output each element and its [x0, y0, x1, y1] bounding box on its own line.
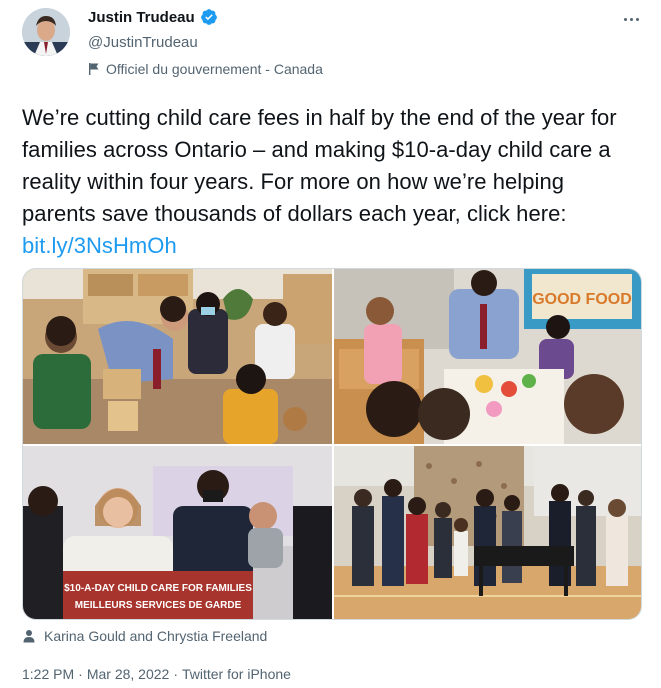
photo-4-image: [334, 446, 641, 619]
tweet-date[interactable]: Mar 28, 2022: [87, 666, 170, 682]
tweet-body: We’re cutting child care fees in half by…: [22, 105, 617, 226]
photo-2-image: GOOD FOOD: [334, 269, 641, 444]
person-icon: [22, 629, 36, 643]
photo-3[interactable]: $10-A-DAY CHILD CARE FOR FAMILIES MEILLE…: [23, 446, 332, 619]
more-options-dot: [635, 17, 639, 21]
verified-badge-icon: [200, 8, 218, 26]
avatar[interactable]: [22, 8, 70, 56]
author-handle[interactable]: @JustinTrudeau: [88, 34, 198, 51]
photo-1-image: [23, 269, 332, 444]
government-label[interactable]: Officiel du gouvernement - Canada: [88, 61, 323, 77]
meta-separator: ·: [78, 666, 83, 682]
podium-line-1: $10-A-DAY CHILD CARE FOR FAMILIES: [64, 583, 252, 594]
avatar-image: [22, 8, 70, 56]
more-options-icon: [623, 17, 627, 21]
tweet: Justin Trudeau @JustinTrudeau Officiel d…: [0, 0, 661, 688]
media-grid: GOOD FOOD $10-A-DAY CHILD CARE FOR FAMIL…: [22, 268, 642, 620]
tagged-people-text: Karina Gould and Chrystia Freeland: [44, 628, 268, 644]
tweet-time[interactable]: 1:22 PM: [22, 666, 74, 682]
meta-separator: ·: [173, 666, 178, 682]
good-food-sign-text: GOOD FOOD: [532, 291, 632, 308]
tweet-link[interactable]: bit.ly/3NsHmOh: [22, 233, 177, 258]
tweet-source[interactable]: Twitter for iPhone: [182, 666, 291, 682]
government-label-text: Officiel du gouvernement - Canada: [106, 61, 323, 77]
photo-3-image: $10-A-DAY CHILD CARE FOR FAMILIES MEILLE…: [23, 446, 332, 619]
photo-1[interactable]: [23, 269, 332, 444]
podium-line-2: MEILLEURS SERVICES DE GARDE: [75, 600, 242, 611]
more-options-dot: [629, 17, 633, 21]
photo-4[interactable]: [334, 446, 641, 619]
tweet-meta: 1:22 PM · Mar 28, 2022 · Twitter for iPh…: [22, 666, 291, 682]
more-options-button[interactable]: [619, 10, 643, 28]
photo-2[interactable]: GOOD FOOD: [334, 269, 641, 444]
author-name-row: Justin Trudeau: [88, 8, 218, 26]
flag-icon: [88, 62, 100, 76]
tagged-people[interactable]: Karina Gould and Chrystia Freeland: [22, 628, 267, 644]
tweet-text: We’re cutting child care fees in half by…: [22, 102, 632, 262]
author-display-name[interactable]: Justin Trudeau: [88, 9, 195, 26]
